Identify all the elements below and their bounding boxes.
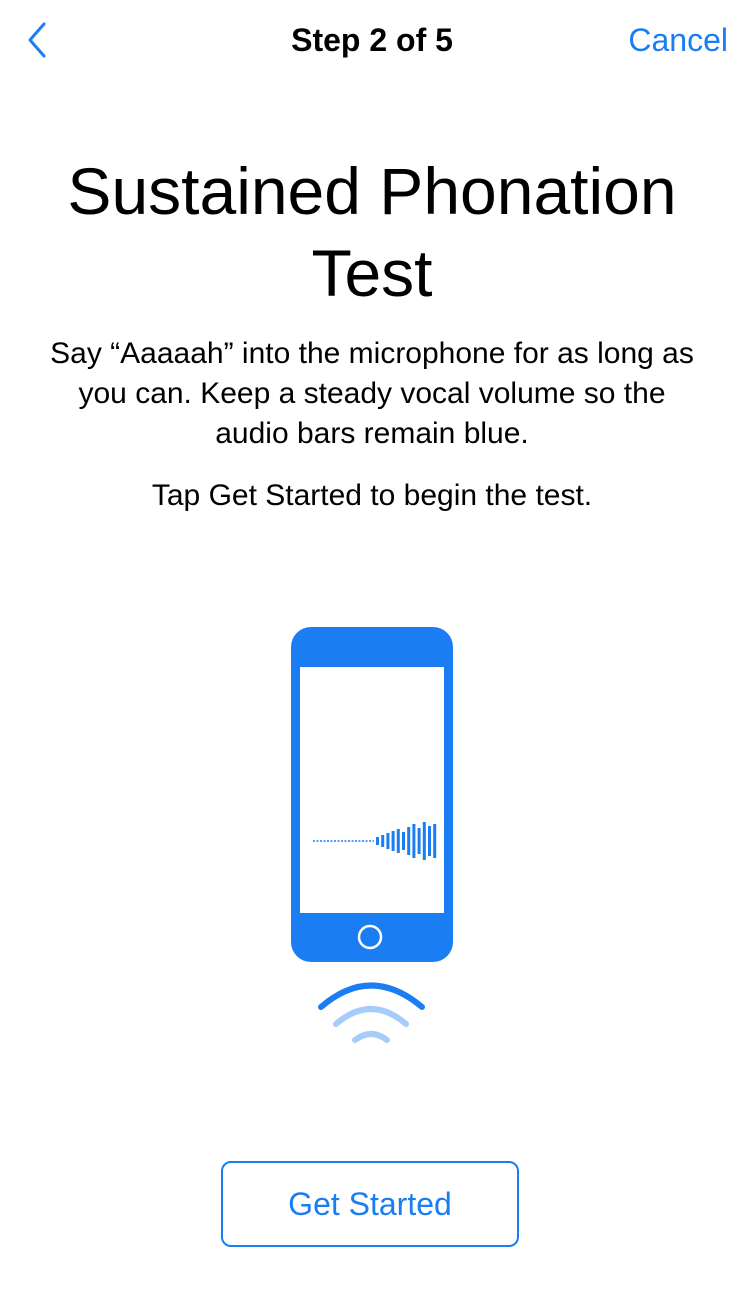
get-started-button[interactable]: Get Started	[221, 1161, 519, 1247]
cancel-button[interactable]: Cancel	[628, 20, 728, 60]
sound-waves-icon	[318, 982, 425, 1043]
phone-icon	[291, 627, 453, 962]
navigation-bar: Step 2 of 5 Cancel	[0, 0, 744, 80]
phone-illustration	[280, 620, 464, 1050]
page-title: Sustained Phonation Test	[67, 154, 677, 310]
start-prompt-text: Tap Get Started to begin the test.	[151, 479, 593, 512]
instructions-text: Say “Aaaaah” into the microphone for as …	[50, 337, 694, 450]
